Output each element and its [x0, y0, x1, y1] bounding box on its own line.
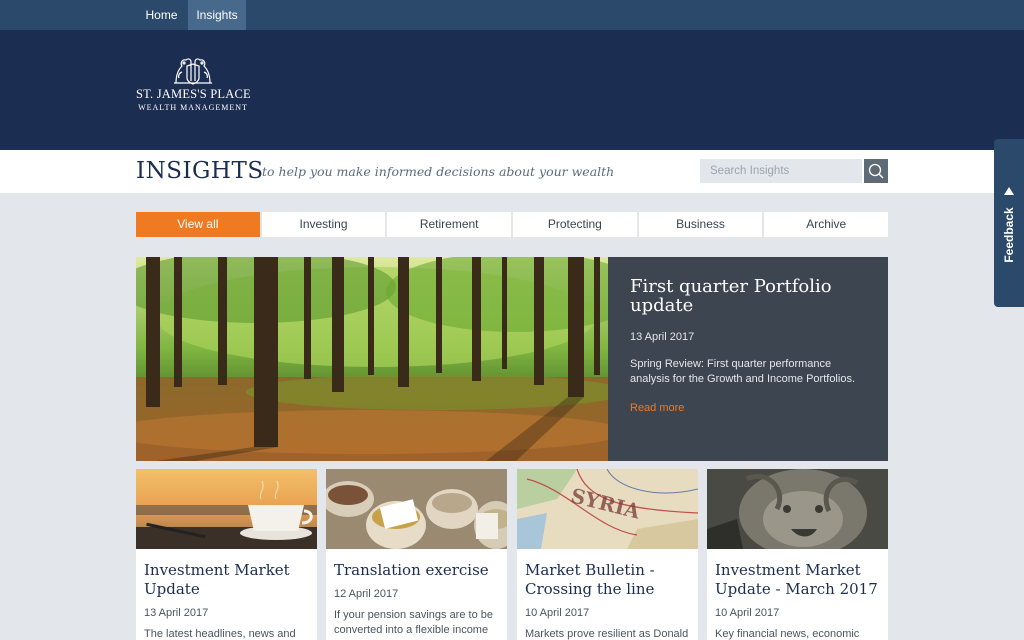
- feedback-tab[interactable]: Feedback: [994, 139, 1024, 307]
- nav-insights-link[interactable]: Insights: [188, 0, 246, 30]
- tab-view-all[interactable]: View all: [136, 212, 260, 237]
- card-title[interactable]: Investment Market Update: [144, 561, 309, 599]
- card-description: If your pension savings are to be conver…: [334, 609, 493, 636]
- logo-subtitle: WEALTH MANAGEMENT: [138, 103, 248, 112]
- card-date: 12 April 2017: [334, 588, 399, 600]
- featured-description: Spring Review: First quarter performance…: [630, 358, 855, 385]
- card-title[interactable]: Investment Market Update - March 2017: [715, 561, 880, 599]
- arrow-up-icon: [1004, 187, 1014, 195]
- card-description: Key financial news, economic: [715, 628, 860, 640]
- article-card[interactable]: SYRIA Market Bulletin - Crossing the lin…: [517, 469, 698, 640]
- search-icon: [868, 163, 884, 179]
- category-tabs: View all Investing Retirement Protecting…: [136, 212, 889, 237]
- insights-title-bar: INSIGHTS to help you make informed decis…: [0, 150, 1024, 193]
- tab-retirement[interactable]: Retirement: [387, 212, 512, 237]
- article-cards: Investment Market Update 13 April 2017 T…: [136, 469, 888, 640]
- nav-home-link[interactable]: Home: [136, 0, 187, 30]
- stone-lion-image: [707, 469, 888, 549]
- page-tagline: to help you make informed decisions abou…: [262, 164, 615, 179]
- card-description: The latest headlines, news and: [144, 628, 296, 640]
- top-nav: Home Insights: [0, 0, 1024, 30]
- featured-article: First quarter Portfolio update 13 April …: [136, 257, 888, 461]
- featured-title[interactable]: First quarter Portfolio update: [630, 277, 845, 315]
- card-title[interactable]: Market Bulletin - Crossing the line: [525, 561, 690, 599]
- tab-protecting[interactable]: Protecting: [513, 212, 637, 237]
- article-card[interactable]: Translation exercise 12 April 2017 If yo…: [326, 469, 507, 640]
- card-description: Markets prove resilient as Donald: [525, 628, 689, 640]
- feedback-label: Feedback: [1002, 207, 1016, 263]
- logo-name: ST. JAMES'S PLACE: [136, 87, 251, 101]
- read-more-link[interactable]: Read more: [630, 402, 684, 414]
- brand-header: ST. JAMES'S PLACE WEALTH MANAGEMENT: [0, 30, 1024, 150]
- card-date: 10 April 2017: [715, 607, 780, 619]
- tab-archive[interactable]: Archive: [764, 212, 889, 237]
- search-button[interactable]: [864, 159, 888, 183]
- article-card[interactable]: Investment Market Update 13 April 2017 T…: [136, 469, 317, 640]
- card-date: 13 April 2017: [144, 607, 209, 619]
- lion-unicorn-crest-icon: [174, 58, 212, 85]
- search-input[interactable]: [700, 159, 862, 183]
- featured-date: 13 April 2017: [630, 331, 695, 343]
- tab-business[interactable]: Business: [638, 212, 763, 237]
- market-sacks-image: [326, 469, 507, 549]
- card-title[interactable]: Translation exercise: [334, 561, 499, 580]
- syria-map-image: SYRIA: [517, 469, 698, 549]
- card-date: 10 April 2017: [525, 607, 590, 619]
- company-logo[interactable]: ST. JAMES'S PLACE WEALTH MANAGEMENT: [136, 56, 251, 118]
- featured-panel: First quarter Portfolio update 13 April …: [608, 257, 888, 461]
- tab-investing[interactable]: Investing: [261, 212, 386, 237]
- article-card[interactable]: Investment Market Update - March 2017 10…: [707, 469, 888, 640]
- featured-forest-image[interactable]: [136, 257, 608, 461]
- coffee-cup-image: [136, 469, 317, 549]
- page-title: INSIGHTS: [136, 158, 264, 184]
